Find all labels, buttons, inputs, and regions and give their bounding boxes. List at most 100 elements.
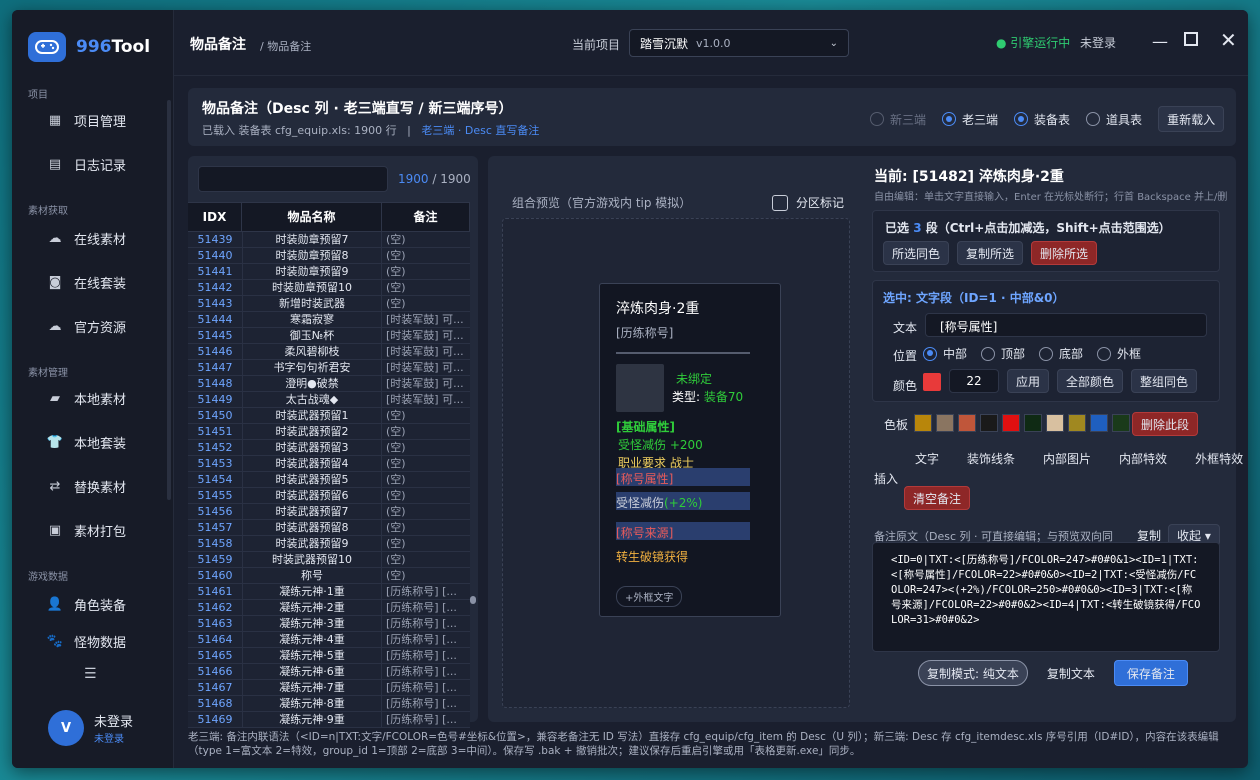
table-scrollbar[interactable] xyxy=(470,596,476,604)
pos-outer-radio[interactable]: 外框 xyxy=(1097,345,1141,362)
reload-button[interactable]: 重新载入 xyxy=(1158,106,1225,132)
palette-swatch[interactable] xyxy=(958,414,976,432)
save-note-button[interactable]: 保存备注 xyxy=(1113,660,1188,686)
insert-image-button[interactable]: 内部图片 xyxy=(1034,446,1100,470)
table-row[interactable]: 51469 凝练元神·9重 [历练称号] [... xyxy=(188,712,470,728)
palette-swatch[interactable] xyxy=(1024,414,1042,432)
copy-mode-button[interactable]: 复制模式: 纯文本 xyxy=(918,660,1028,686)
table-row[interactable]: 51464 凝练元神·4重 [历练称号] [... xyxy=(188,632,470,648)
menu-icon[interactable]: ☰ xyxy=(84,666,97,682)
all-color-button[interactable]: 全部颜色 xyxy=(1057,369,1124,393)
close-icon[interactable]: ✕ xyxy=(1220,28,1237,52)
search-input[interactable] xyxy=(198,166,388,192)
table-row[interactable]: 51447 书字句句祈君安 [时装军鼓] 可... xyxy=(188,360,470,376)
palette-swatch[interactable] xyxy=(980,414,998,432)
table-row[interactable]: 51441 时装勋章预留9 (空) xyxy=(188,264,470,280)
sidebar-item-project[interactable]: ▦ 项目管理 xyxy=(46,108,166,132)
project-select[interactable]: 踏雪沉默 v1.0.0 ⌄ xyxy=(629,29,849,57)
tip-get: 转生破镜获得 xyxy=(616,550,689,564)
table-row[interactable]: 51454 时装武器预留5 (空) xyxy=(188,472,470,488)
palette-swatch[interactable] xyxy=(1068,414,1086,432)
sidebar-item-pack[interactable]: ▣ 素材打包 xyxy=(46,518,166,542)
clear-note-button[interactable]: 清空备注 xyxy=(904,486,971,510)
outer-text-button[interactable]: +外框文字 xyxy=(616,586,683,607)
radio-item-table[interactable]: 道具表 xyxy=(1086,111,1142,128)
table-row[interactable]: 51457 时装武器预留8 (空) xyxy=(188,520,470,536)
table-row[interactable]: 51456 时装武器预留7 (空) xyxy=(188,504,470,520)
raw-editor[interactable]: <ID=0|TXT:<[历练称号]/FCOLOR=247>#0#0&1><ID=… xyxy=(872,542,1220,652)
minimize-icon[interactable]: — xyxy=(1152,32,1168,51)
table-row[interactable]: 51444 寒霜寂寥 [时装军鼓] 可... xyxy=(188,312,470,328)
radio-old-client[interactable]: 老三端 xyxy=(942,111,998,128)
delete-selected-button[interactable]: 删除所选 xyxy=(1031,241,1098,265)
table-row[interactable]: 51445 御玉№杯 [时装军鼓] 可... xyxy=(188,328,470,344)
sidebar-item-replace[interactable]: ⇄ 替换素材 xyxy=(46,474,166,498)
table-row[interactable]: 51467 凝练元神·7重 [历练称号] [... xyxy=(188,680,470,696)
palette-swatch[interactable] xyxy=(1046,414,1064,432)
maximize-icon[interactable] xyxy=(1184,32,1198,46)
table-row[interactable]: 51466 凝练元神·6重 [历练称号] [... xyxy=(188,664,470,680)
table-row[interactable]: 51452 时装武器预留3 (空) xyxy=(188,440,470,456)
table-row[interactable]: 51460 称号 (空) xyxy=(188,568,470,584)
table-row[interactable]: 51440 时装勋章预留8 (空) xyxy=(188,248,470,264)
insert-text-button[interactable]: 文字 xyxy=(906,446,948,470)
table-row[interactable]: 51459 时装武器预留10 (空) xyxy=(188,552,470,568)
pos-bottom-radio[interactable]: 底部 xyxy=(1039,345,1083,362)
group-color-button[interactable]: 整组同色 xyxy=(1131,369,1198,393)
sidebar-item-log[interactable]: ▤ 日志记录 xyxy=(46,152,166,176)
table-row[interactable]: 51443 新增时装武器 (空) xyxy=(188,296,470,312)
table-row[interactable]: 51461 凝练元神·1重 [历练称号] [... xyxy=(188,584,470,600)
copy-selected-button[interactable]: 复制所选 xyxy=(957,241,1024,265)
mode-link[interactable]: 老三端 · Desc 直写备注 xyxy=(421,124,539,137)
table-row[interactable]: 51465 凝练元神·5重 [历练称号] [... xyxy=(188,648,470,664)
col-note[interactable]: 备注 xyxy=(382,202,470,232)
table-row[interactable]: 51463 凝练元神·3重 [历练称号] [... xyxy=(188,616,470,632)
palette-swatch[interactable] xyxy=(1002,414,1020,432)
sidebar-item-suit[interactable]: ◙ 在线套装 xyxy=(46,270,166,294)
radio-new-client[interactable]: 新三端 xyxy=(870,111,926,128)
col-idx[interactable]: IDX xyxy=(188,202,242,232)
user-profile[interactable]: V 未登录 未登录 xyxy=(48,710,133,746)
pos-top-radio[interactable]: 顶部 xyxy=(981,345,1025,362)
delete-segment-button[interactable]: 删除此段 xyxy=(1132,412,1199,436)
pos-mid-radio[interactable]: 中部 xyxy=(923,345,967,362)
sidebar-item-equip[interactable]: 👤 角色装备 xyxy=(46,592,166,616)
sidebar-item-local[interactable]: ▰ 本地素材 xyxy=(46,386,166,410)
apply-button[interactable]: 应用 xyxy=(1007,369,1050,393)
color-swatch[interactable] xyxy=(923,373,941,391)
table-row[interactable]: 51450 时装武器预留1 (空) xyxy=(188,408,470,424)
same-color-button[interactable]: 所选同色 xyxy=(883,241,950,265)
table-row[interactable]: 51458 时装武器预留9 (空) xyxy=(188,536,470,552)
col-name[interactable]: 物品名称 xyxy=(242,202,382,232)
sidebar-scrollbar[interactable] xyxy=(167,100,171,500)
table-row[interactable]: 51455 时装武器预留6 (空) xyxy=(188,488,470,504)
text-field[interactable]: [称号属性] xyxy=(925,313,1207,337)
sidebar-item-localsuit[interactable]: 👕 本地套装 xyxy=(46,430,166,454)
table-row[interactable]: 51451 时装武器预留2 (空) xyxy=(188,424,470,440)
login-status[interactable]: 未登录 xyxy=(1080,34,1116,51)
table-row[interactable]: 51468 凝练元神·8重 [历练称号] [... xyxy=(188,696,470,712)
palette-swatch[interactable] xyxy=(1112,414,1130,432)
color-input[interactable]: 22 xyxy=(949,369,999,393)
table-row[interactable]: 51442 时装勋章预留10 (空) xyxy=(188,280,470,296)
radio-equip-table[interactable]: 装备表 xyxy=(1014,111,1070,128)
table-row[interactable]: 51439 时装勋章预留7 (空) xyxy=(188,232,470,248)
table-row[interactable]: 51448 澄明●破禁 [时装军鼓] 可... xyxy=(188,376,470,392)
sidebar-item-monster[interactable]: 🐾 怪物数据 xyxy=(46,634,166,648)
sidebar-item-official[interactable]: ☁ 官方资源 xyxy=(46,314,166,338)
insert-outer-fx-button[interactable]: 外框特效 xyxy=(1186,446,1248,470)
table-row[interactable]: 51462 凝练元神·2重 [历练称号] [... xyxy=(188,600,470,616)
table-row[interactable]: 51449 太古战魂◆ [时装军鼓] 可... xyxy=(188,392,470,408)
row-idx: 51468 xyxy=(197,697,233,710)
palette-swatch[interactable] xyxy=(1090,414,1108,432)
copy-text-button[interactable]: 复制文本 xyxy=(1038,660,1104,686)
palette-swatch[interactable] xyxy=(914,414,932,432)
section-mark-checkbox[interactable]: 分区标记 xyxy=(772,194,844,211)
insert-fx-button[interactable]: 内部特效 xyxy=(1110,446,1176,470)
insert-line-button[interactable]: 装饰线条 xyxy=(958,446,1024,470)
palette-swatch[interactable] xyxy=(936,414,954,432)
sidebar-item-online[interactable]: ☁ 在线素材 xyxy=(46,226,166,250)
table-row[interactable]: 51453 时装武器预留4 (空) xyxy=(188,456,470,472)
user-status: 未登录 xyxy=(94,734,124,745)
table-row[interactable]: 51446 柔风碧柳枝 [时装军鼓] 可... xyxy=(188,344,470,360)
